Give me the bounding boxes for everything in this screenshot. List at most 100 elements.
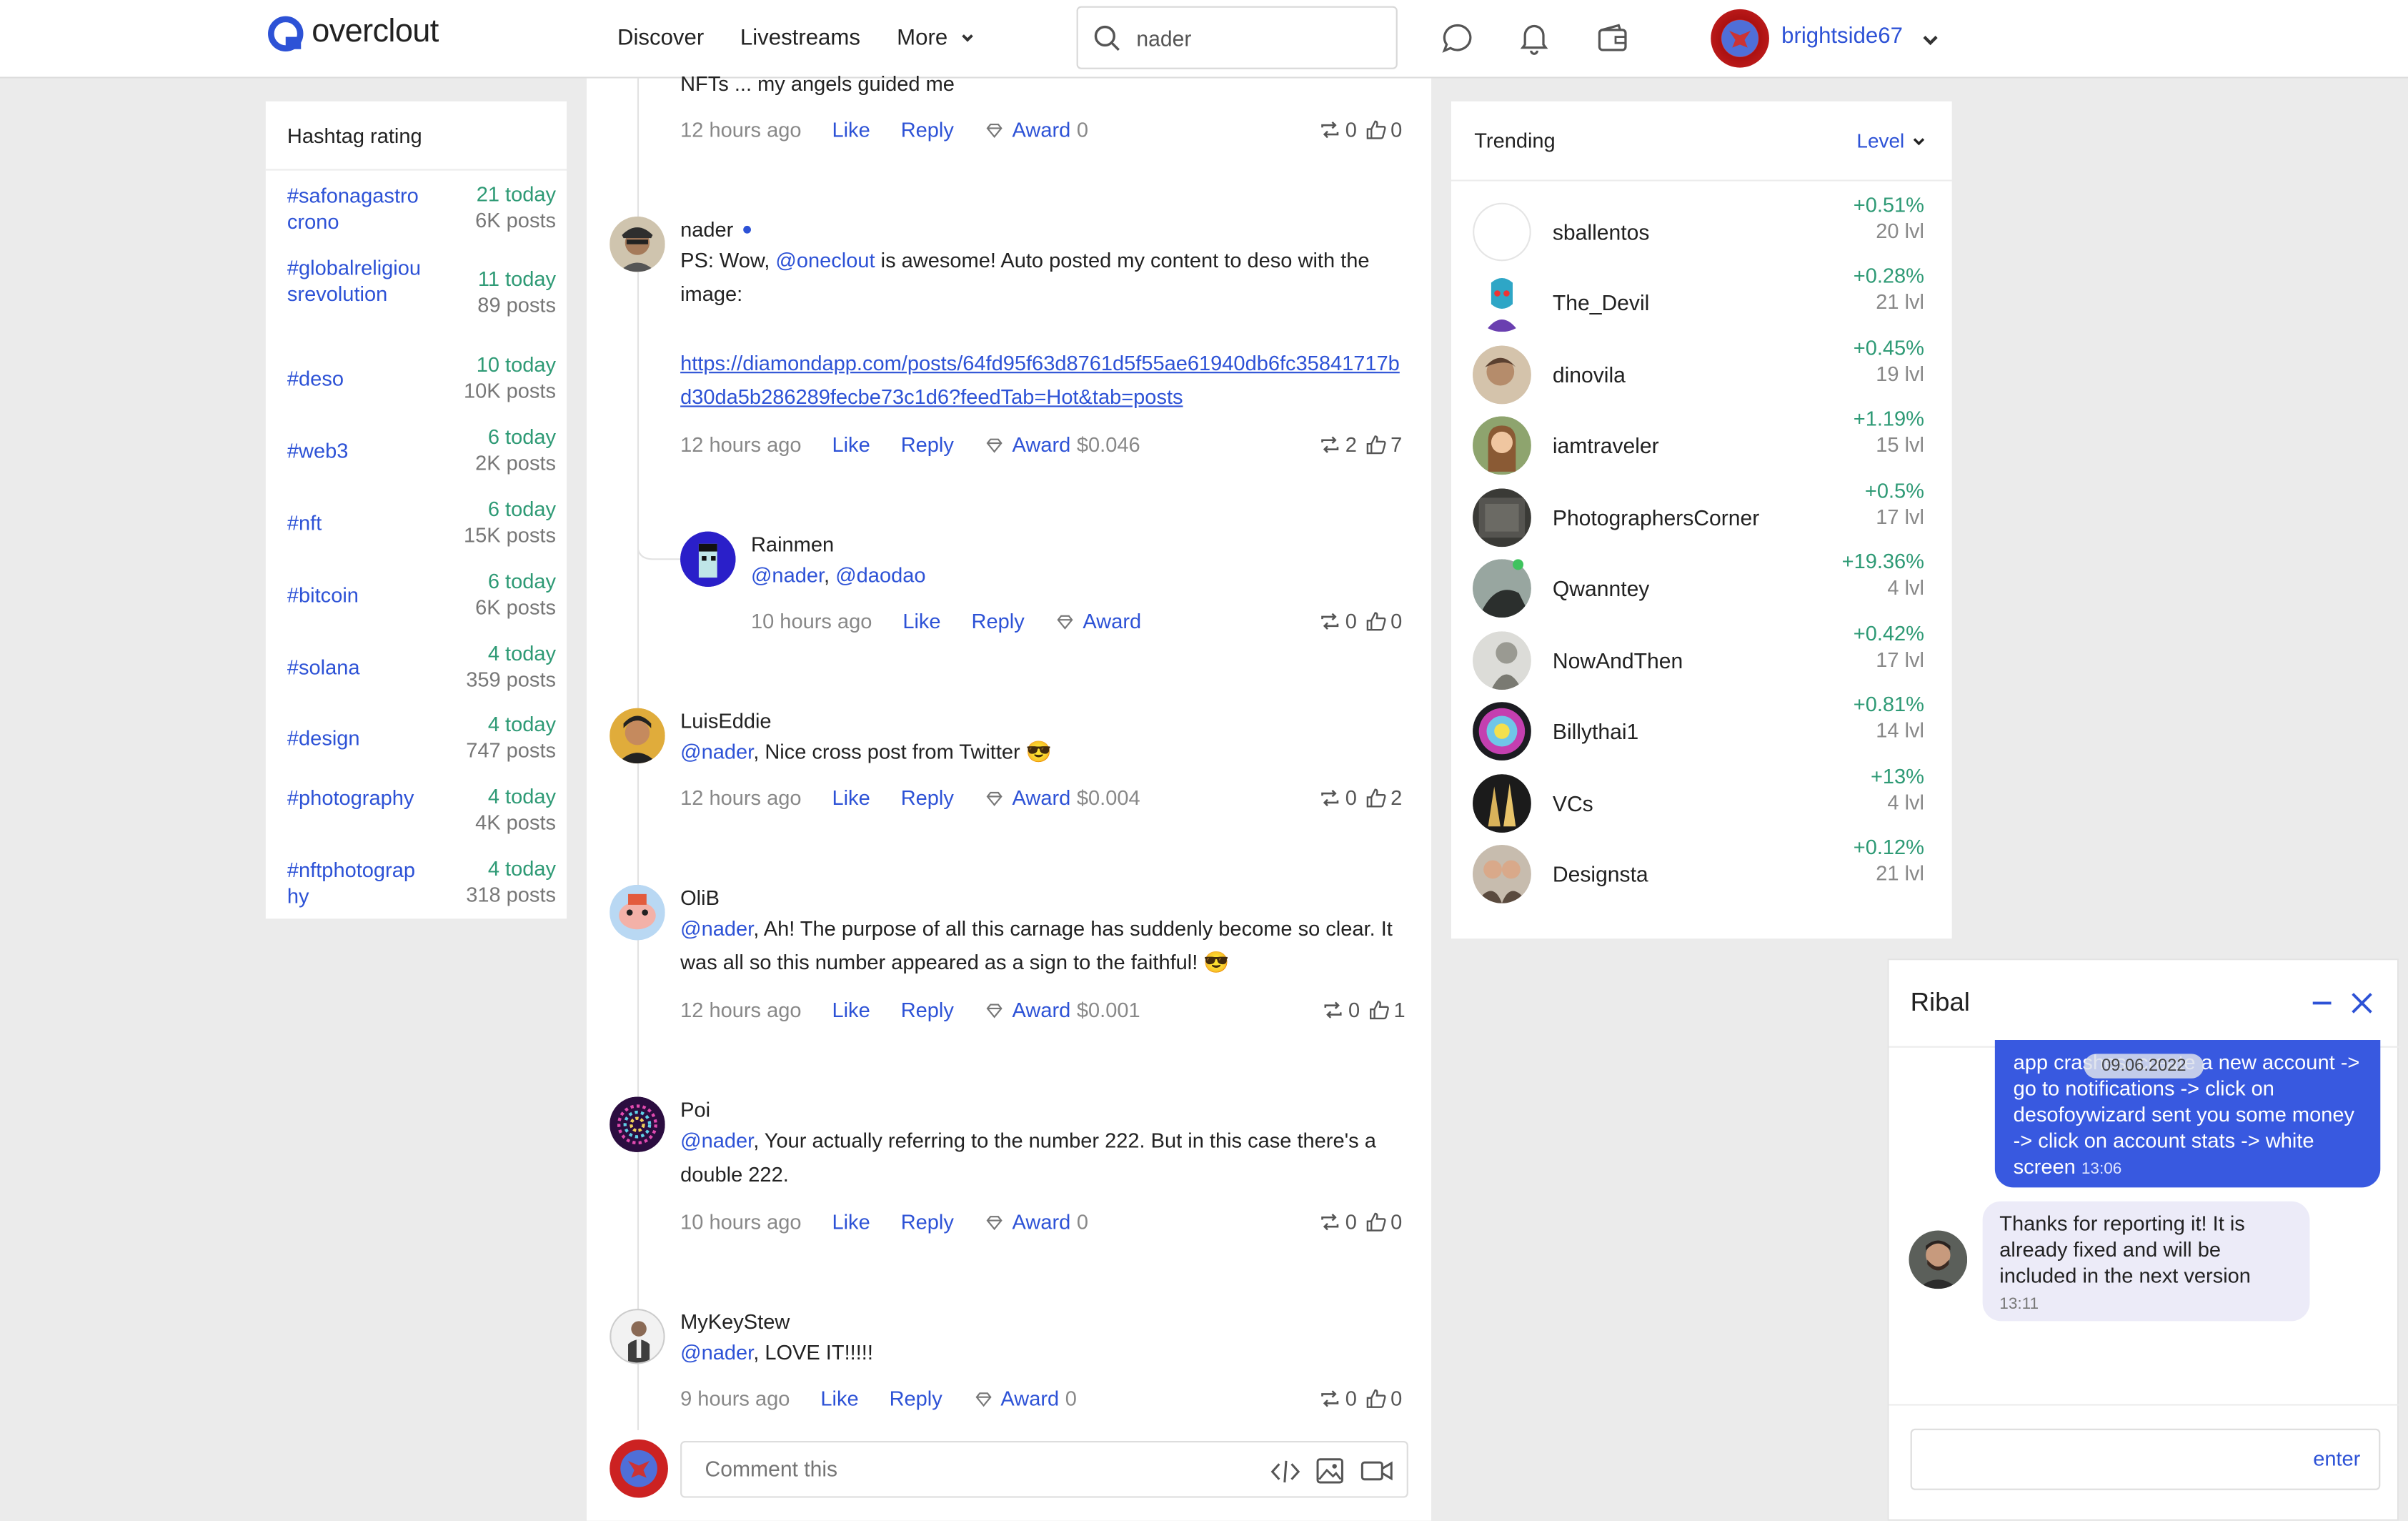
thumbs-up-icon[interactable] [1365,788,1386,808]
trending-name[interactable]: Billythai1 [1553,719,1638,743]
mention-link[interactable]: @nader [680,1341,753,1364]
reply-button[interactable]: Reply [901,999,954,1021]
trending-avatar[interactable] [1473,273,1531,332]
hashtag-name[interactable]: #bitcoin [287,583,422,609]
logo[interactable]: overclout [266,14,439,51]
thumbs-up-icon[interactable] [1365,435,1386,455]
hashtag-name[interactable]: #nftphotography [287,857,422,909]
video-icon[interactable] [1360,1460,1393,1482]
trending-name[interactable]: iamtraveler [1553,433,1659,457]
repost-icon[interactable] [1322,1000,1343,1020]
repost-icon[interactable] [1319,788,1340,808]
like-button[interactable]: Like [832,786,870,809]
like-button[interactable]: Like [902,610,940,633]
mention-link[interactable]: @oneclout [775,249,875,272]
award-button[interactable]: Award [1013,786,1071,809]
level-filter[interactable]: Level [1856,129,1925,152]
hashtag-name[interactable]: #design [287,725,422,751]
chat-input[interactable] [1927,1445,2266,1469]
comment-author[interactable]: nader [680,218,752,241]
reply-button[interactable]: Reply [972,610,1025,633]
trending-row[interactable]: PhotographersCorner +0.5% 17 lvl [1451,480,1952,559]
trending-name[interactable]: The_Devil [1553,290,1649,314]
trending-name[interactable]: Qwanntey [1553,576,1650,600]
comment-input[interactable] [705,1456,1212,1481]
like-button[interactable]: Like [832,999,870,1021]
mention-link[interactable]: @nader [680,740,753,763]
hashtag-name[interactable]: #web3 [287,438,422,465]
hashtag-name[interactable]: #nft [287,510,422,537]
like-button[interactable]: Like [820,1387,858,1410]
hashtag-name[interactable]: #photography [287,785,422,811]
mention-link[interactable]: @daodao [835,564,925,587]
comment-author[interactable]: Rainmen [751,533,834,556]
chat-input-box[interactable]: enter [1910,1428,2381,1490]
bell-icon[interactable] [1516,20,1553,57]
trending-row[interactable]: Billythai1 +0.81% 14 lvl [1451,693,1952,773]
trending-name[interactable]: NowAndThen [1553,648,1683,673]
trending-avatar[interactable] [1473,488,1531,548]
trending-avatar[interactable] [1473,202,1531,262]
nav-livestreams[interactable]: Livestreams [740,26,860,51]
comment-avatar[interactable] [610,1309,665,1364]
mention-link[interactable]: @nader [680,917,753,940]
comment-author[interactable]: MyKeyStew [680,1310,790,1333]
trending-row[interactable]: VCs +13% 4 lvl [1451,765,1952,845]
close-icon[interactable] [2349,991,2374,1015]
mention-link[interactable]: @nader [751,564,824,587]
search-input[interactable] [1136,25,1352,50]
repost-icon[interactable] [1319,611,1340,631]
post-url[interactable]: https://diamondapp.com/posts/64fd95f63d8… [680,347,1408,415]
award-button[interactable]: Award [1013,1211,1071,1234]
comment-avatar[interactable] [610,884,665,941]
award-button[interactable]: Award [1083,610,1141,633]
award-button[interactable]: Award [1013,118,1071,141]
trending-row[interactable]: The_Devil +0.28% 21 lvl [1451,264,1952,345]
trending-avatar[interactable] [1473,559,1531,618]
comment-avatar[interactable] [610,708,665,764]
trending-avatar[interactable] [1473,702,1531,760]
reply-button[interactable]: Reply [901,433,954,456]
hashtag-name[interactable]: #safonagastrocrono [287,183,422,235]
hashtag-name[interactable]: #solana [287,655,422,681]
like-button[interactable]: Like [832,118,870,141]
thumbs-up-icon[interactable] [1368,1000,1389,1020]
thumbs-up-icon[interactable] [1365,611,1386,631]
search-box[interactable] [1076,6,1398,69]
comment-author[interactable]: OliB [680,886,720,909]
nav-more[interactable]: More [897,26,975,51]
nav-discover[interactable]: Discover [617,26,704,51]
comment-avatar[interactable] [610,1096,665,1152]
reply-button[interactable]: Reply [901,786,954,809]
minimize-icon[interactable] [2309,991,2334,1015]
hashtag-name[interactable]: #globalreligiousrevolution [287,255,422,307]
messages-icon[interactable] [1439,20,1476,57]
comment-avatar[interactable] [610,217,665,272]
trending-row[interactable]: iamtraveler +1.19% 15 lvl [1451,407,1952,487]
username[interactable]: brightside67 [1781,24,1903,49]
repost-icon[interactable] [1319,1389,1340,1409]
post-url-link[interactable]: https://diamondapp.com/posts/64fd95f63d8… [680,352,1400,409]
trending-avatar[interactable] [1473,845,1531,903]
reply-button[interactable]: Reply [901,118,954,141]
enter-button[interactable]: enter [2313,1447,2360,1470]
repost-icon[interactable] [1319,120,1340,140]
trending-row[interactable]: Designsta +0.12% 21 lvl [1451,836,1952,916]
comment-author[interactable]: Poi [680,1099,710,1121]
award-button[interactable]: Award [1000,1387,1059,1410]
trending-avatar[interactable] [1473,774,1531,833]
repost-icon[interactable] [1319,435,1340,455]
mention-link[interactable]: @nader [680,1129,753,1152]
trending-row[interactable]: NowAndThen +0.42% 17 lvl [1451,622,1952,702]
user-avatar[interactable] [1711,9,1769,68]
image-icon[interactable] [1316,1458,1344,1485]
trending-name[interactable]: dinovila [1553,362,1626,387]
user-menu-chevron-icon[interactable] [1921,34,1940,47]
like-button[interactable]: Like [832,1211,870,1234]
thumbs-up-icon[interactable] [1365,1389,1386,1409]
trending-avatar[interactable] [1473,345,1531,405]
trending-name[interactable]: VCs [1553,791,1593,816]
award-button[interactable]: Award [1013,999,1071,1021]
comment-box[interactable] [680,1440,1408,1498]
comment-author[interactable]: LuisEddie [680,710,771,733]
